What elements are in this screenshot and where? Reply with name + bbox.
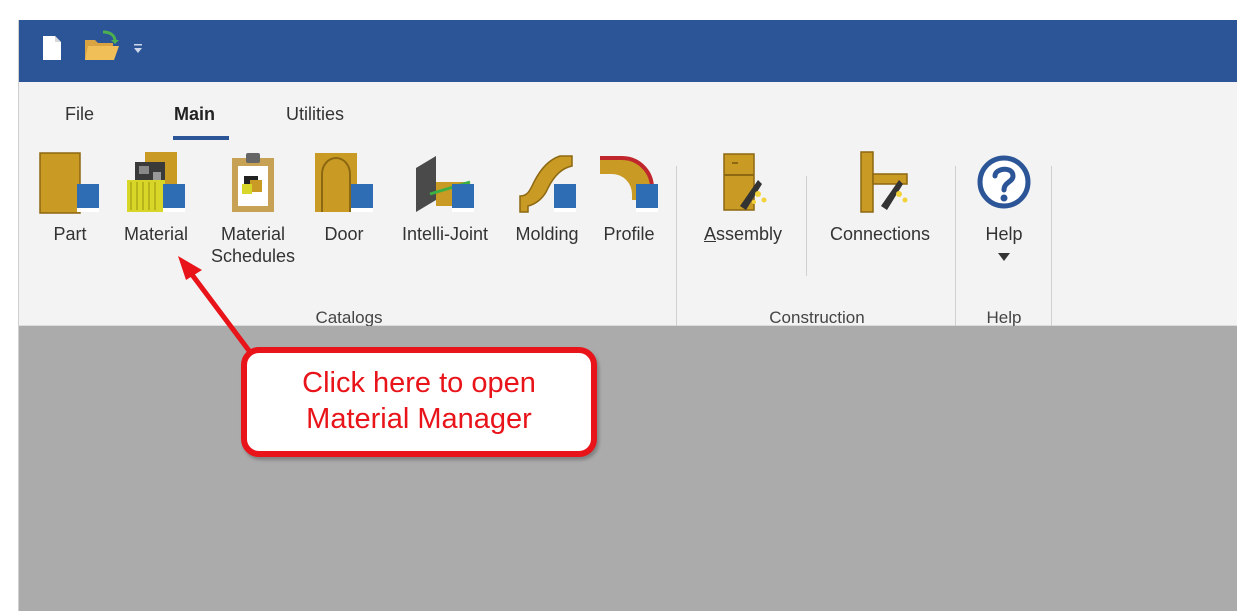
workspace-area — [19, 326, 1237, 611]
molding-label: Molding — [515, 224, 579, 244]
chevron-down-icon[interactable] — [971, 249, 1037, 267]
material-schedules-icon — [220, 150, 286, 216]
material-schedules-button[interactable]: Material Schedules — [205, 150, 301, 267]
ribbon: File Main Utilities Part Material Materi… — [19, 82, 1237, 336]
active-tab-indicator — [173, 136, 229, 140]
new-document-icon[interactable] — [41, 34, 63, 67]
intelli-joint-button[interactable]: Intelli-Joint — [385, 150, 505, 245]
app-window: File Main Utilities Part Material Materi… — [18, 20, 1237, 611]
connections-button[interactable]: Connections — [814, 150, 946, 245]
part-button[interactable]: Part — [37, 150, 103, 245]
group-label-construction: Construction — [769, 308, 865, 327]
intelli-joint-icon — [412, 150, 478, 216]
customize-qat-icon[interactable] — [133, 42, 143, 60]
door-button[interactable]: Door — [311, 150, 377, 245]
connections-icon — [847, 150, 913, 216]
material-icon — [123, 150, 189, 216]
group-separator — [1051, 166, 1052, 336]
profile-button[interactable]: Profile — [593, 150, 665, 245]
group-separator — [676, 166, 677, 336]
annotation-line-1: Click here to open — [302, 367, 536, 399]
material-schedules-label: Material Schedules — [210, 224, 296, 266]
annotation-line-2: Material Manager — [306, 403, 532, 435]
profile-label: Profile — [603, 224, 655, 244]
tab-main[interactable]: Main — [174, 104, 215, 125]
help-label: Help — [985, 224, 1023, 244]
help-icon — [971, 150, 1037, 216]
intelli-joint-label: Intelli-Joint — [401, 224, 489, 244]
profile-icon — [596, 150, 662, 216]
help-button[interactable]: Help — [971, 150, 1037, 267]
door-icon — [311, 150, 377, 216]
assembly-icon — [710, 150, 776, 216]
group-label-catalogs: Catalogs — [315, 308, 383, 327]
material-button[interactable]: Material — [114, 150, 198, 245]
material-label: Material — [123, 224, 189, 244]
door-label: Door — [324, 224, 364, 244]
connections-label: Connections — [829, 224, 931, 244]
group-separator — [955, 166, 956, 336]
button-separator — [806, 176, 807, 276]
open-folder-icon[interactable] — [83, 30, 121, 67]
part-label: Part — [53, 224, 87, 244]
group-label-help: Help — [986, 308, 1022, 327]
tab-file[interactable]: File — [65, 104, 94, 125]
annotation-callout: Click here to open Material Manager — [241, 347, 597, 457]
tab-utilities[interactable]: Utilities — [286, 104, 344, 125]
title-bar — [19, 20, 1237, 82]
part-icon — [37, 150, 103, 216]
assembly-button[interactable]: Assembly — [693, 150, 793, 245]
molding-button[interactable]: Molding — [506, 150, 588, 245]
assembly-label: Assembly — [703, 224, 783, 244]
molding-icon — [514, 150, 580, 216]
